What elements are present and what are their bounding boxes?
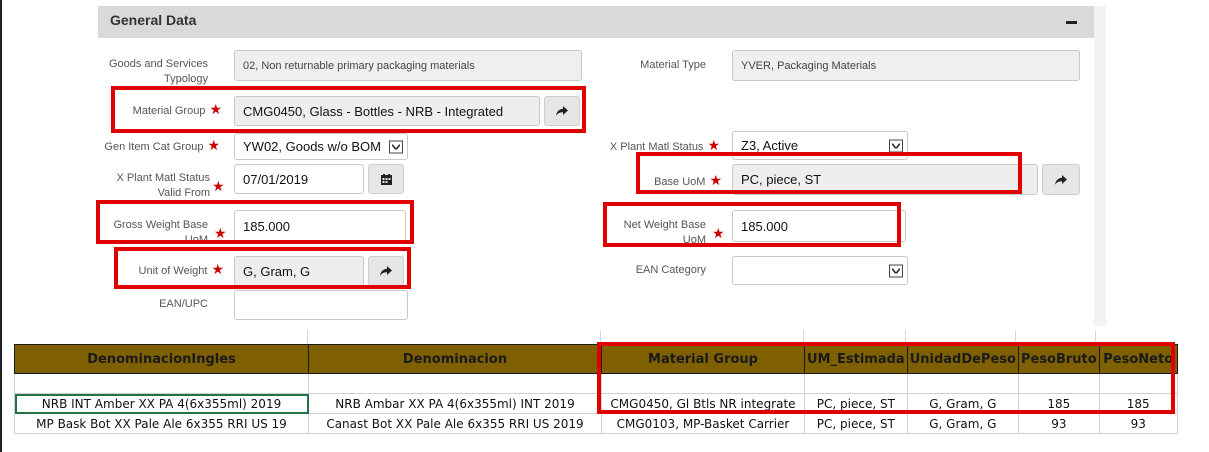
material-type-label: Material Type [640,59,706,71]
column-header[interactable]: Material Group [601,344,805,374]
gen-item-cat-group-select[interactable]: YW02, Goods w/o BOM [234,133,408,160]
column-header[interactable]: UnidadDePeso [906,344,1019,374]
table-cell-selected[interactable]: NRB INT Amber XX PA 4(6x355ml) 2019 [14,393,309,414]
column-header[interactable]: PesoBruto [1017,344,1100,374]
net-weight-label: Net Weight Base UoM [623,219,706,246]
asterisk-icon: ★ [207,137,220,153]
gross-weight-label: Gross Weight Base UoM [113,219,208,246]
asterisk-icon: ★ [212,178,225,194]
table-cell[interactable] [1098,373,1178,394]
collapse-minus-icon[interactable] [1066,15,1078,29]
table-cell[interactable]: CMG0103, MP-Basket Carrier [601,413,805,434]
material-type-field: YVER, Packaging Materials [732,50,1080,81]
column-header[interactable]: PesoNeto [1098,344,1178,374]
panel-title: General Data [110,12,197,28]
table-cell[interactable] [308,373,602,394]
table-cell[interactable]: 185 [1098,393,1178,414]
table-cell[interactable] [1017,373,1100,394]
x-plant-matl-status-select[interactable]: Z3, Active [732,131,908,160]
asterisk-icon: ★ [712,225,725,241]
material-group-label: Material Group ★ [132,101,222,118]
base-uom-field[interactable]: PC, piece, ST [732,164,1038,195]
ean-category-label: EAN Category [635,264,706,276]
column-header[interactable]: UM_Estimada [804,344,908,374]
table-cell[interactable]: MP Bask Bot XX Pale Ale 6x355 RRI US 19 [14,413,309,434]
table-cell[interactable] [14,373,309,394]
table-cell[interactable] [601,373,805,394]
table-cell[interactable]: 185 [1017,393,1100,414]
date-picker-button[interactable] [368,164,404,194]
table-cell[interactable]: PC, piece, ST [804,393,908,414]
gen-item-cat-group-label: Gen Item Cat Group ★ [104,137,220,154]
table-row: MP Bask Bot XX Pale Ale 6x355 RRI US 19 … [14,413,1178,434]
ean-category-select[interactable] [732,256,908,285]
goods-typology-label: Goods and Services Typology [108,58,208,85]
calendar-icon [380,173,392,185]
table-cell[interactable]: CMG0450, Gl Btls NR integrate [601,393,805,414]
asterisk-icon: ★ [211,261,224,277]
ean-upc-label: EAN/UPC [159,298,208,310]
table-cell[interactable]: NRB Ambar XX PA 4(6x355ml) INT 2019 [308,393,602,414]
unit-of-weight-field[interactable]: G, Gram, G [234,256,364,286]
spreadsheet: DenominacionIngles Denominacion Material… [14,344,1178,434]
scrollbar[interactable] [1094,6,1106,326]
goods-typology-field: 02, Non returnable primary packaging mat… [234,50,582,81]
share-arrow-icon [556,106,568,116]
table-cell[interactable]: PC, piece, ST [804,413,908,434]
x-plant-valid-from-label: X Plant Matl Status Valid From [116,172,210,199]
asterisk-icon: ★ [709,172,722,188]
table-cell[interactable]: G, Gram, G [906,413,1019,434]
unit-of-weight-label: Unit of Weight ★ [138,261,224,278]
x-plant-matl-status-label: X Plant Matl Status ★ [609,137,720,154]
asterisk-icon: ★ [209,101,222,117]
asterisk-icon: ★ [707,137,720,153]
column-header[interactable]: DenominacionIngles [14,344,309,374]
base-uom-forward-button[interactable] [1042,164,1080,195]
net-weight-input[interactable]: 185.000 [732,210,906,242]
sheet-header-row: DenominacionIngles Denominacion Material… [14,344,1178,374]
sheet-grid-top [14,330,1174,344]
table-cell[interactable]: Canast Bot XX Pale Ale 6x355 RRI US 2019 [308,413,602,434]
material-group-forward-button[interactable] [544,96,580,126]
general-data-header[interactable]: General Data [98,6,1094,38]
table-cell[interactable] [804,373,908,394]
valid-from-date-input[interactable]: 07/01/2019 [234,164,364,194]
chevron-down-icon[interactable] [889,139,903,152]
column-header[interactable]: Denominacion [308,344,602,374]
chevron-down-icon[interactable] [889,264,903,277]
table-cell[interactable]: G, Gram, G [906,393,1019,414]
window-edge [0,0,2,452]
share-arrow-icon [1055,174,1067,185]
share-arrow-icon [380,266,392,276]
table-row [14,373,1178,394]
table-cell[interactable]: 93 [1098,413,1178,434]
material-group-field[interactable]: CMG0450, Glass - Bottles - NRB - Integra… [234,96,540,126]
table-cell[interactable] [906,373,1019,394]
table-cell[interactable]: 93 [1017,413,1100,434]
table-row: NRB INT Amber XX PA 4(6x355ml) 2019 NRB … [14,393,1178,414]
unit-of-weight-forward-button[interactable] [368,256,404,286]
gross-weight-input[interactable]: 185.000 [234,210,406,242]
asterisk-icon: ★ [214,225,227,241]
base-uom-label: Base UoM ★ [654,172,722,189]
ean-upc-input[interactable] [234,290,408,320]
chevron-down-icon[interactable] [389,140,403,153]
